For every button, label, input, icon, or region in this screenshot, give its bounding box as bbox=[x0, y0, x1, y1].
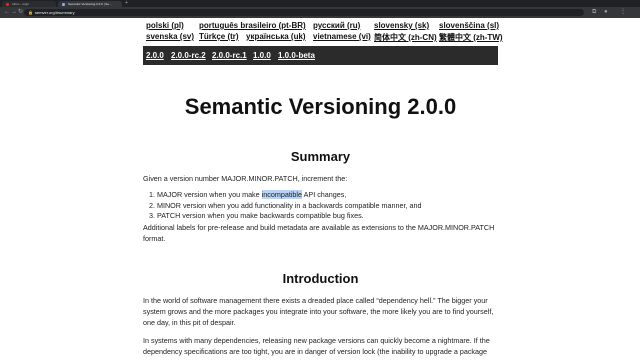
lock-icon: 🔒 bbox=[28, 10, 33, 15]
selected-text[interactable]: incompatible bbox=[261, 190, 303, 199]
extensions-icon[interactable]: ⧉ bbox=[592, 7, 596, 18]
forward-icon[interactable]: → bbox=[11, 7, 17, 18]
back-icon[interactable]: ← bbox=[4, 7, 10, 18]
intro-paragraph-1: In the world of software management ther… bbox=[143, 296, 494, 327]
lang-link[interactable]: slovenščina (sl) bbox=[439, 21, 499, 30]
gmail-favicon-icon bbox=[6, 2, 9, 6]
list-item: 1. MAJOR version when you make incompati… bbox=[149, 190, 347, 199]
web-page: polski (pl) português brasileiro (pt-BR)… bbox=[0, 18, 640, 360]
introduction-heading: Introduction bbox=[282, 271, 359, 286]
version-link[interactable]: 2.0.0-rc.1 bbox=[212, 51, 247, 60]
summary-heading: Summary bbox=[290, 149, 351, 164]
lang-link[interactable]: русский (ru) bbox=[313, 21, 360, 30]
address-bar[interactable]: 🔒 semver.org/#summary bbox=[24, 9, 584, 16]
tab-title: Semantic Versioning 2.0.0 | Se... bbox=[68, 2, 112, 6]
lang-link[interactable]: português brasileiro (pt-BR) bbox=[199, 21, 306, 30]
address-toolbar: ← → ↻ 🔒 semver.org/#summary ⧉ ● ⋮ bbox=[0, 7, 640, 18]
list-item: 2. MINOR version when you add functional… bbox=[149, 200, 422, 210]
tab-title: Inbox – login bbox=[12, 2, 30, 6]
tab-strip: Inbox – login Semantic Versioning 2.0.0 … bbox=[0, 0, 640, 7]
lang-link[interactable]: vietnamese (vi) bbox=[313, 32, 371, 41]
version-nav: 2.0.0 2.0.0-rc.2 2.0.0-rc.1 1.0.0 1.0.0-… bbox=[143, 46, 498, 65]
menu-icon[interactable]: ⋮ bbox=[620, 7, 626, 18]
reload-icon[interactable]: ↻ bbox=[18, 7, 23, 18]
version-link[interactable]: 2.0.0 bbox=[146, 51, 164, 60]
version-link[interactable]: 1.0.0-beta bbox=[278, 51, 315, 60]
version-link[interactable]: 1.0.0 bbox=[253, 51, 271, 60]
lang-link[interactable]: 简体中文 (zh-CN) bbox=[374, 32, 437, 43]
version-link[interactable]: 2.0.0-rc.2 bbox=[171, 51, 206, 60]
lang-link[interactable]: polski (pl) bbox=[146, 21, 184, 30]
lang-link[interactable]: українська (uk) bbox=[246, 32, 306, 41]
lang-link[interactable]: 繁體中文 (zh-TW) bbox=[439, 32, 503, 43]
language-list: polski (pl) português brasileiro (pt-BR)… bbox=[143, 18, 503, 46]
profile-icon[interactable]: ● bbox=[604, 7, 608, 18]
summary-list: 1. MAJOR version when you make incompati… bbox=[143, 190, 498, 222]
lang-link[interactable]: slovensky (sk) bbox=[374, 21, 429, 30]
intro-paragraph-2: In systems with many dependencies, relea… bbox=[143, 336, 490, 356]
lang-link[interactable]: Türkçe (tr) bbox=[199, 32, 239, 41]
page-title: Semantic Versioning 2.0.0 bbox=[184, 94, 457, 119]
list-item: 3. PATCH version when you make backwards… bbox=[149, 211, 364, 220]
main-content: polski (pl) português brasileiro (pt-BR)… bbox=[143, 18, 503, 356]
semver-favicon-icon bbox=[62, 2, 65, 6]
url-text: semver.org/#summary bbox=[35, 10, 75, 15]
summary-extra: Additional labels for pre-release and bu… bbox=[143, 223, 495, 243]
lang-link[interactable]: svenska (sv) bbox=[146, 32, 194, 41]
new-tab-icon[interactable]: + bbox=[125, 0, 128, 7]
summary-intro: Given a version number MAJOR.MINOR.PATCH… bbox=[143, 174, 348, 183]
